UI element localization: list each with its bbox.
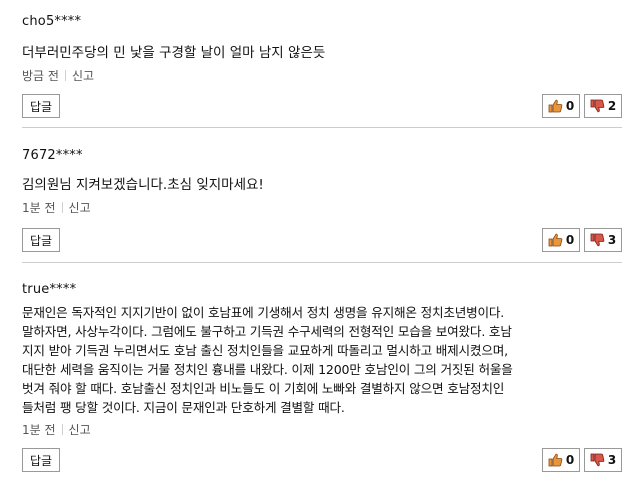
vote-group: 0 3 [542, 228, 622, 252]
dislike-count: 3 [607, 453, 617, 467]
dislike-button[interactable]: 3 [584, 448, 622, 472]
reply-button[interactable]: 답글 [22, 94, 60, 118]
comment-text: 김의원님 지켜보겠습니다.초심 잊지마세요! [22, 177, 264, 193]
report-link[interactable]: 신고 [69, 421, 91, 438]
report-link[interactable]: 신고 [72, 67, 94, 84]
comment-actions: 답글 0 [22, 94, 622, 118]
comment-username: true**** [22, 282, 77, 297]
like-button[interactable]: 0 [542, 448, 580, 472]
comment-time: 방금 전 [22, 69, 59, 83]
comment-time: 1분 전 [22, 423, 56, 437]
vote-group: 0 3 [542, 448, 622, 472]
vote-group: 0 2 [542, 94, 622, 118]
comment-username: 7672**** [22, 148, 83, 163]
comment-meta: 1분 전 신고 [22, 421, 622, 438]
like-button[interactable]: 0 [542, 228, 580, 252]
thumbs-down-icon [590, 99, 605, 113]
comment-meta: 1분 전 신고 [22, 199, 622, 216]
like-count: 0 [565, 233, 575, 247]
thumbs-up-icon [548, 233, 563, 247]
comment-item: 7672**** 김의원님 지켜보겠습니다.초심 잊지마세요! 1분 전 신고 … [22, 148, 622, 252]
dislike-button[interactable]: 3 [584, 228, 622, 252]
thumbs-down-icon [590, 233, 605, 247]
comment-actions: 답글 0 [22, 448, 622, 472]
comment-username: cho5**** [22, 14, 82, 29]
comment-item: cho5**** 더부러민주당의 민 낯을 구경할 날이 얼마 남지 않은듯 방… [22, 14, 622, 118]
reply-button[interactable]: 답글 [22, 228, 60, 252]
dislike-count: 3 [607, 233, 617, 247]
comment-actions: 답글 0 [22, 228, 622, 252]
comment-time: 1분 전 [22, 201, 56, 215]
thumbs-up-icon [548, 99, 563, 113]
like-count: 0 [565, 99, 575, 113]
thumbs-down-icon [590, 453, 605, 467]
reply-button[interactable]: 답글 [22, 448, 60, 472]
report-link[interactable]: 신고 [69, 199, 91, 216]
comment-separator [22, 127, 622, 128]
meta-divider [61, 202, 63, 213]
comment-text: 문재인은 독자적인 지지기반이 없이 호남표에 기생해서 정치 생명을 유지해온… [22, 305, 513, 415]
comment-item: true**** 문재인은 독자적인 지지기반이 없이 호남표에 기생해서 정치… [22, 282, 622, 472]
comment-separator [22, 262, 622, 263]
meta-divider [61, 424, 63, 435]
comment-text: 더부러민주당의 민 낯을 구경할 날이 얼마 남지 않은듯 [22, 45, 326, 61]
dislike-count: 2 [607, 99, 617, 113]
meta-divider [64, 70, 66, 81]
like-button[interactable]: 0 [542, 94, 580, 118]
thumbs-up-icon [548, 453, 563, 467]
comment-meta: 방금 전 신고 [22, 67, 622, 84]
dislike-button[interactable]: 2 [584, 94, 622, 118]
comment-list: cho5**** 더부러민주당의 민 낯을 구경할 날이 얼마 남지 않은듯 방… [0, 0, 640, 485]
like-count: 0 [565, 453, 575, 467]
